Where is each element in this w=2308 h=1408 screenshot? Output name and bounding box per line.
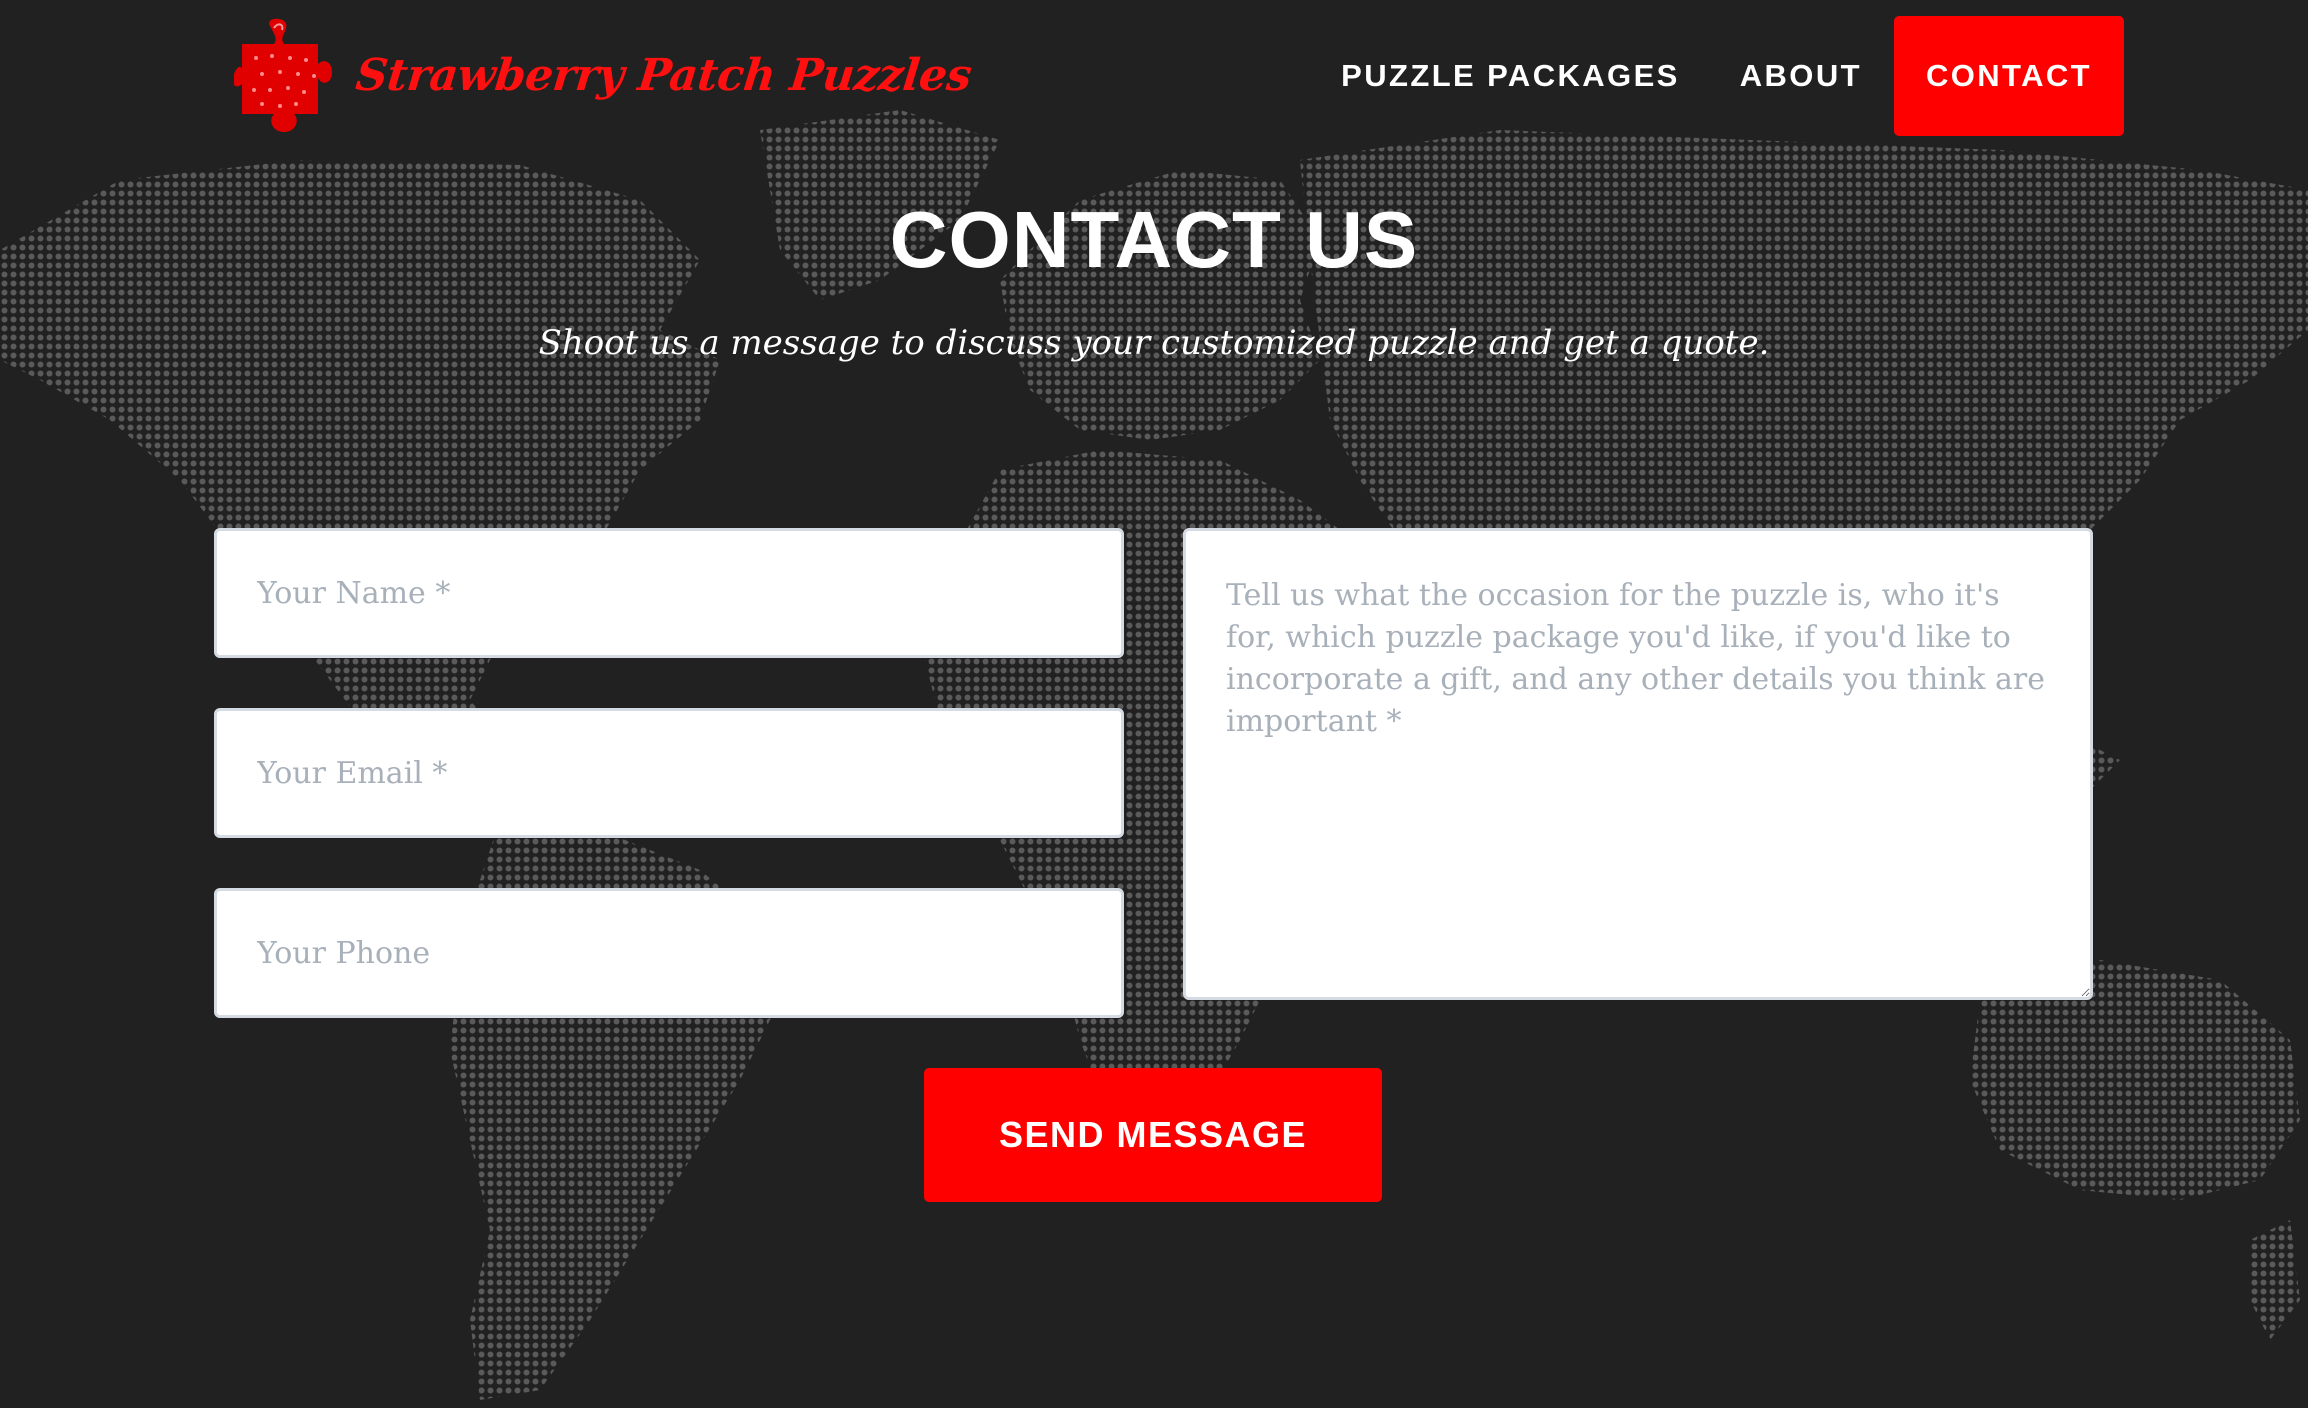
phone-field[interactable]	[214, 888, 1124, 1018]
send-message-button[interactable]: SEND MESSAGE	[924, 1068, 1382, 1202]
message-field[interactable]	[1183, 528, 2093, 1000]
email-field[interactable]	[214, 708, 1124, 838]
name-field[interactable]	[214, 528, 1124, 658]
contact-form: SEND MESSAGE	[0, 0, 2308, 1408]
